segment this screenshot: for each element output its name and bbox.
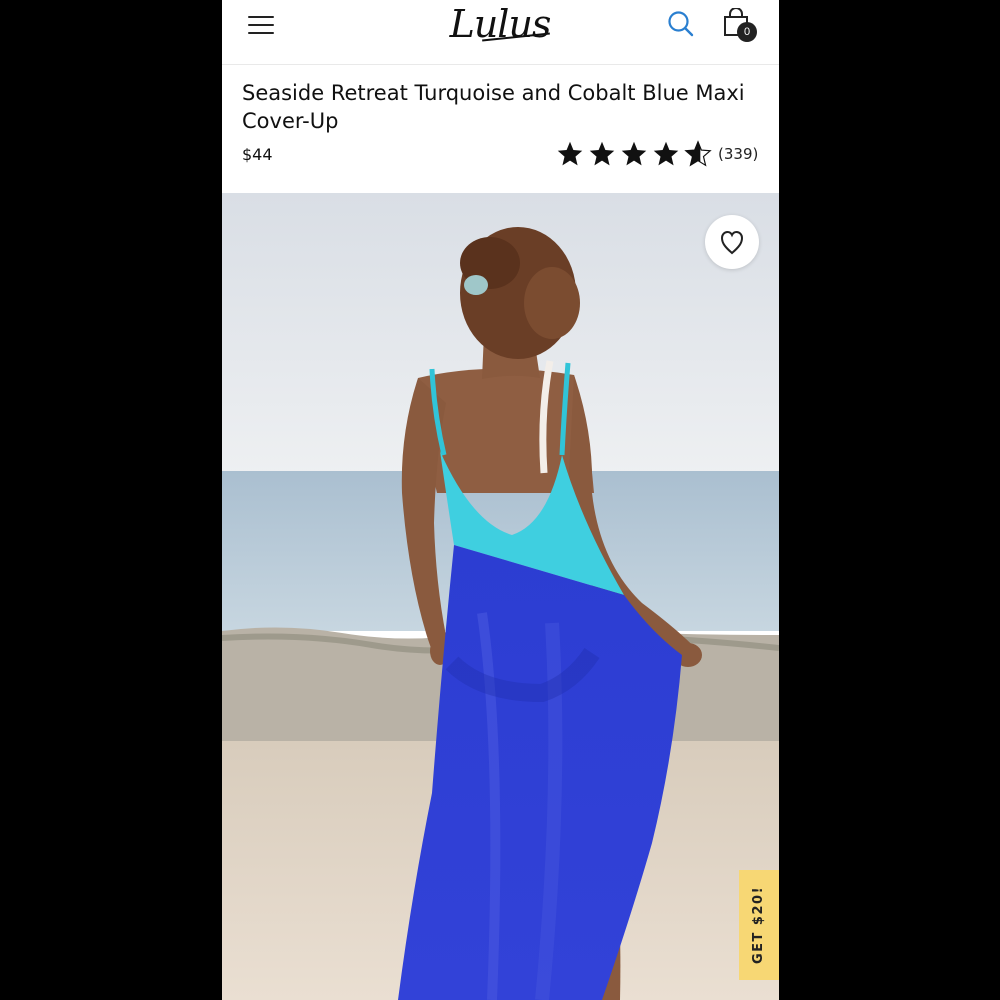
hamburger-menu-icon[interactable] bbox=[248, 14, 274, 36]
star-icon bbox=[589, 141, 615, 166]
promo-tab-get-20[interactable]: GET $20! bbox=[739, 870, 779, 980]
product-price: $44 bbox=[242, 145, 273, 164]
star-icon bbox=[653, 141, 679, 166]
star-icon bbox=[557, 141, 583, 166]
search-icon[interactable] bbox=[667, 10, 695, 38]
cart-count-badge: 0 bbox=[737, 22, 757, 42]
promo-label: GET $20! bbox=[751, 886, 766, 965]
review-count[interactable]: (339) bbox=[718, 145, 758, 163]
mobile-page: Lulus 0 Seaside Retreat Turquoise and Co… bbox=[222, 0, 779, 1000]
wishlist-button[interactable] bbox=[705, 215, 759, 269]
lulus-logo[interactable]: Lulus bbox=[448, 0, 552, 48]
product-title: Seaside Retreat Turquoise and Cobalt Blu… bbox=[242, 81, 745, 133]
product-image[interactable]: GET $20! bbox=[222, 193, 779, 1000]
heart-icon bbox=[720, 230, 744, 255]
star-icon bbox=[621, 141, 647, 166]
product-info: Seaside Retreat Turquoise and Cobalt Blu… bbox=[222, 65, 779, 193]
shopping-bag-button[interactable]: 0 bbox=[721, 8, 761, 44]
product-rating[interactable]: (339) bbox=[556, 139, 758, 169]
site-header: Lulus 0 bbox=[222, 0, 779, 65]
product-photo bbox=[222, 193, 779, 1000]
half-star-icon bbox=[684, 140, 712, 167]
